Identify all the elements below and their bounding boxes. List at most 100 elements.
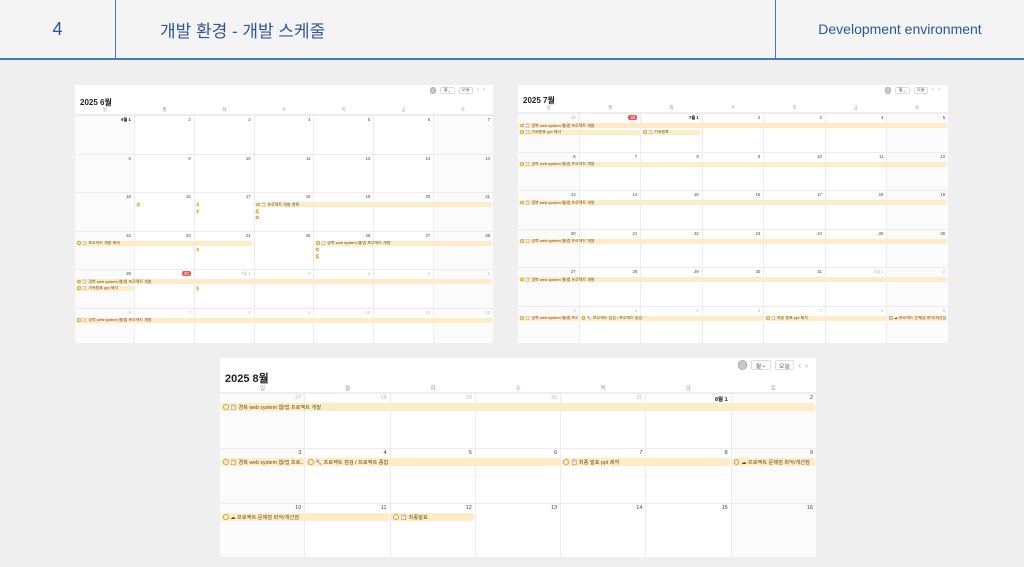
day-cell[interactable]: 8 xyxy=(75,154,135,192)
day-cell[interactable]: 21 xyxy=(434,193,493,231)
day-cell[interactable]: 16 xyxy=(703,191,765,229)
today-button[interactable]: 오늘 xyxy=(458,87,473,94)
checkbox-icon[interactable] xyxy=(77,279,81,284)
checkbox-icon[interactable] xyxy=(733,458,740,465)
day-cell[interactable]: 13 xyxy=(374,154,435,192)
day-cell[interactable]: 3 xyxy=(314,270,375,308)
event-chip[interactable]: 📋 경북 web system 웹/앱 프로젝트 개발 xyxy=(519,123,947,128)
day-cell[interactable]: 9 xyxy=(887,306,948,343)
event-chip[interactable]: 📋 기획발표 xyxy=(641,129,702,135)
day-cell[interactable]: 7 xyxy=(580,152,642,190)
chevron-left-icon[interactable]: ‹ xyxy=(477,87,479,93)
day-cell[interactable]: 19 xyxy=(314,193,375,231)
day-cell[interactable]: 12 xyxy=(391,504,476,557)
day-cell[interactable]: 28 xyxy=(580,268,642,306)
day-cell[interactable]: 21 xyxy=(580,229,642,267)
event-chip[interactable]: 📋 기획발표 xyxy=(195,285,200,291)
event-chip[interactable]: 📋 경북 web system 웹/앱 프로젝트 개발 xyxy=(519,238,947,244)
checkbox-icon[interactable] xyxy=(888,316,893,320)
checkbox-icon[interactable] xyxy=(77,318,81,322)
day-cell[interactable]: 26 xyxy=(887,229,948,267)
day-cell[interactable]: 3 xyxy=(764,114,826,152)
day-cell[interactable]: 11 xyxy=(305,504,391,557)
avatar-icon[interactable] xyxy=(738,360,748,370)
chevron-left-icon[interactable]: ‹ xyxy=(932,87,934,93)
checkbox-icon[interactable] xyxy=(520,200,524,205)
day-cell[interactable]: 2 xyxy=(255,270,315,308)
checkbox-icon[interactable] xyxy=(765,316,770,320)
event-chip[interactable]: 📋 경북 web system 웹/앱 프로젝트 개발 xyxy=(519,161,947,167)
day-cell[interactable]: 22 xyxy=(75,231,135,269)
day-cell[interactable]: 18 xyxy=(255,193,315,231)
checkbox-icon[interactable] xyxy=(77,286,81,290)
checkbox-icon[interactable] xyxy=(520,316,524,320)
day-cell[interactable]: 30 xyxy=(135,270,195,308)
chevron-left-icon[interactable]: ‹ xyxy=(798,360,801,370)
checkbox-icon[interactable] xyxy=(308,458,314,465)
event-chip[interactable]: 📋 기획발표 ppt 제작 xyxy=(76,285,134,291)
day-cell[interactable]: 7 xyxy=(764,306,826,343)
today-button[interactable]: 오늘 xyxy=(913,87,928,94)
avatar-icon[interactable] xyxy=(884,87,892,94)
day-cell[interactable]: 7월 1 xyxy=(195,270,255,308)
day-cell[interactable]: 2 xyxy=(135,116,195,154)
day-cell[interactable]: 11 xyxy=(255,154,315,192)
day-cell[interactable]: 28 xyxy=(434,231,493,269)
day-cell[interactable]: 8 xyxy=(195,308,255,343)
event-chip[interactable]: 📋 화면 설계(UI) xyxy=(255,208,260,214)
event-chip[interactable]: 📋 프로젝트 개발 계획 xyxy=(76,240,254,246)
event-chip[interactable]: 📋 경북 web system 웹/앱 프로젝트 개발 xyxy=(519,277,947,282)
event-chip[interactable]: 📋 기획회의 xyxy=(135,202,140,207)
event-chip[interactable]: 📋 최종 발표 ppt 제작 xyxy=(764,315,886,321)
day-cell[interactable]: 5 xyxy=(641,306,703,343)
day-cell[interactable]: 7 xyxy=(434,116,493,154)
event-chip[interactable]: 📋 경북 web system 웹/앱 프로젝트 개발 xyxy=(519,200,947,205)
checkbox-icon[interactable] xyxy=(256,202,261,207)
day-cell[interactable]: 25 xyxy=(826,229,888,267)
checkbox-icon[interactable] xyxy=(256,209,260,213)
day-cell[interactable]: 29 xyxy=(641,268,703,306)
event-chip[interactable]: 📋 DB 설계 및 구현 xyxy=(255,215,260,220)
day-cell[interactable]: 6 xyxy=(518,152,580,190)
day-cell[interactable]: 6 xyxy=(374,116,435,154)
event-chip[interactable]: 📋 경북 web system 웹/앱 프로젝트 개발 xyxy=(76,317,492,323)
day-cell[interactable]: 27 xyxy=(374,231,435,269)
event-chip[interactable]: 📋 최종발표 xyxy=(391,513,475,521)
day-cell[interactable]: 26 xyxy=(314,231,375,269)
day-cell[interactable]: 11 xyxy=(826,152,888,190)
day-cell[interactable]: 12 xyxy=(434,308,493,343)
day-cell[interactable]: 5 xyxy=(887,114,948,152)
day-cell[interactable]: 15 xyxy=(646,504,732,557)
day-cell[interactable]: 14 xyxy=(580,191,642,229)
day-cell[interactable]: 4 xyxy=(580,306,642,343)
day-cell[interactable]: 13 xyxy=(476,504,562,557)
event-chip[interactable]: 📋 기능 구현 점검 xyxy=(314,253,319,259)
day-cell[interactable]: 8 xyxy=(641,152,703,190)
checkbox-icon[interactable] xyxy=(563,458,570,465)
day-cell[interactable]: 20 xyxy=(374,193,435,231)
day-cell[interactable]: 2 xyxy=(703,114,765,152)
checkbox-icon[interactable] xyxy=(643,130,647,134)
day-cell[interactable]: 23 xyxy=(703,229,765,267)
day-cell[interactable]: 8 xyxy=(826,306,888,343)
event-chip[interactable]: 🔧 프로젝트 점검 / 프로젝트 종합 xyxy=(306,458,560,466)
event-chip[interactable]: ☁ 프로젝트 문제점 파악/개선점 xyxy=(887,315,947,321)
event-chip[interactable]: 🔧 프로젝트 점검 / 프로젝트 종합 xyxy=(580,315,763,321)
checkbox-icon[interactable] xyxy=(581,316,586,320)
checkbox-icon[interactable] xyxy=(222,458,229,465)
day-cell[interactable]: 16 xyxy=(135,193,195,231)
day-cell[interactable]: 10 xyxy=(220,504,306,557)
day-cell[interactable]: 4 xyxy=(255,116,315,154)
day-cell[interactable]: 8월 1 xyxy=(826,268,888,306)
day-cell[interactable]: 14 xyxy=(561,504,647,557)
day-cell[interactable]: 19 xyxy=(887,191,948,229)
day-cell[interactable]: 20 xyxy=(518,229,580,267)
checkbox-icon[interactable] xyxy=(222,403,229,410)
event-chip[interactable]: 📋 기능 상세 설계 xyxy=(195,208,200,214)
event-chip[interactable]: 📋 경북 web system 웹/앱 프로... xyxy=(519,315,579,321)
day-cell[interactable]: 12 xyxy=(314,154,375,192)
checkbox-icon[interactable] xyxy=(136,202,140,207)
event-chip[interactable]: 📋 기획서 ppt 제작 xyxy=(314,247,319,252)
day-cell[interactable]: 15 xyxy=(641,191,703,229)
day-cell[interactable]: 9 xyxy=(135,154,195,192)
